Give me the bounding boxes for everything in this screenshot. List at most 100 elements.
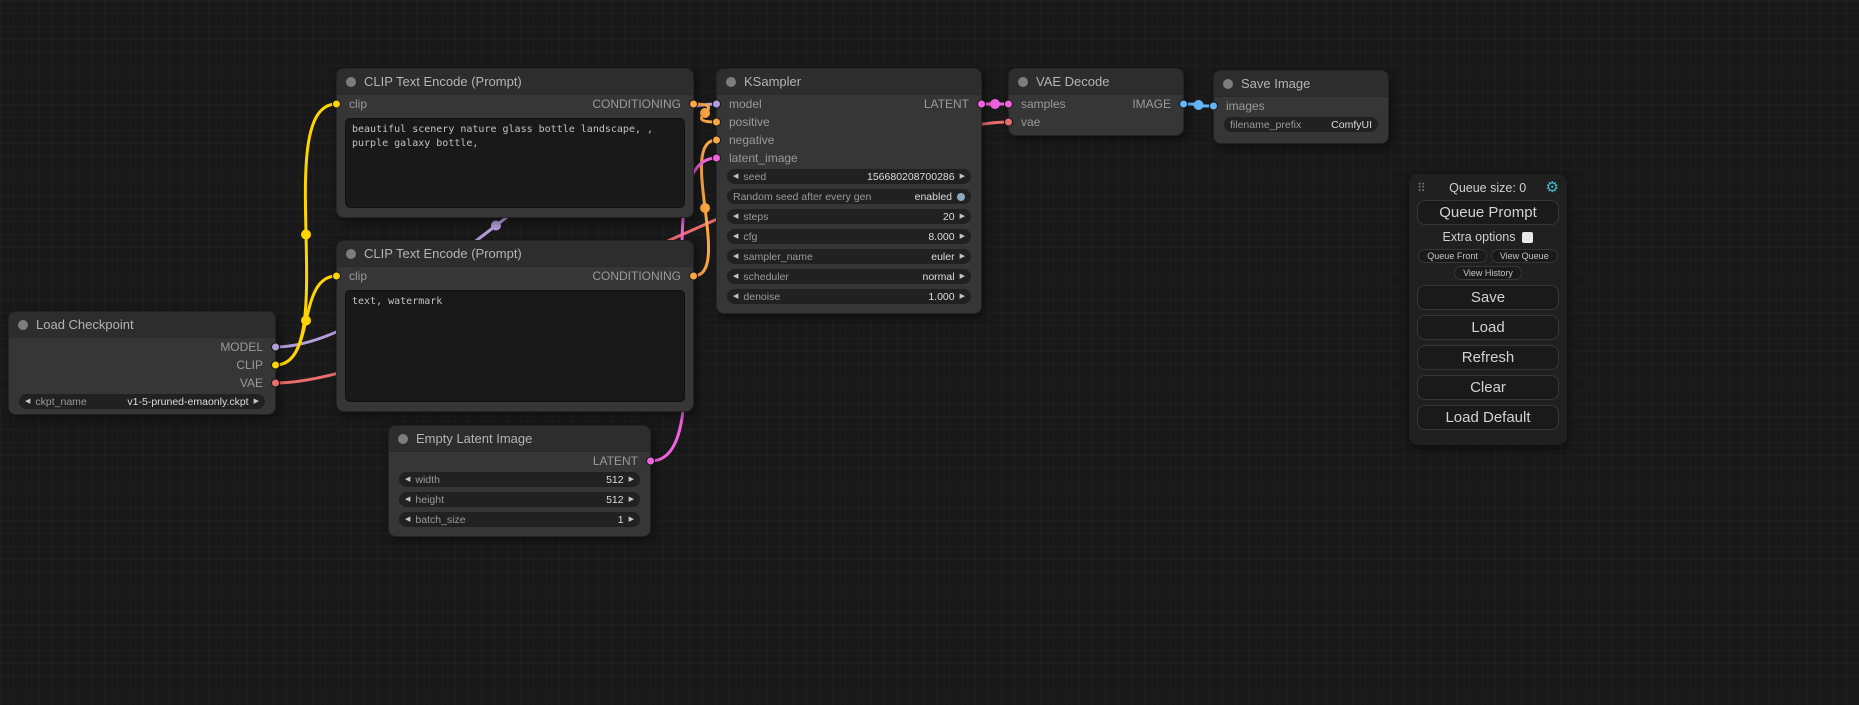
clear-button[interactable]: Clear xyxy=(1417,375,1559,400)
node-title-bar[interactable]: Empty Latent Image xyxy=(389,426,650,452)
positive-input-dot[interactable] xyxy=(712,118,721,127)
clip-input-dot[interactable] xyxy=(332,100,341,109)
collapse-dot-icon[interactable] xyxy=(1223,79,1233,89)
next-arrow-icon[interactable]: ▶ xyxy=(960,253,965,260)
steps-widget[interactable]: ◀ steps 20 ▶ xyxy=(727,209,971,224)
node-vae-decode[interactable]: VAE Decode samples IMAGE vae xyxy=(1008,68,1184,136)
prev-arrow-icon[interactable]: ◀ xyxy=(733,213,738,220)
model-input-dot[interactable] xyxy=(712,100,721,109)
images-input-dot[interactable] xyxy=(1209,102,1218,111)
image-output-dot[interactable] xyxy=(1179,100,1188,109)
save-button[interactable]: Save xyxy=(1417,285,1559,310)
denoise-widget[interactable]: ◀ denoise 1.000 ▶ xyxy=(727,289,971,304)
node-save-image[interactable]: Save Image images filename_prefix ComfyU… xyxy=(1213,70,1389,144)
sampler-name-widget[interactable]: ◀ sampler_name euler ▶ xyxy=(727,249,971,264)
slot-row-clip-conditioning: clip CONDITIONING xyxy=(337,267,693,285)
model-output-dot[interactable] xyxy=(271,343,280,352)
load-default-button[interactable]: Load Default xyxy=(1417,405,1559,430)
link-wire-clip[interactable] xyxy=(276,276,337,365)
extra-options-checkbox[interactable] xyxy=(1522,232,1533,243)
link-wire-clip[interactable] xyxy=(276,104,337,365)
settings-gear-icon[interactable]: ⚙ xyxy=(1546,180,1559,195)
next-arrow-icon[interactable]: ▶ xyxy=(629,516,634,523)
node-clip-text-encode-positive[interactable]: CLIP Text Encode (Prompt) clip CONDITION… xyxy=(336,68,694,218)
link-midpoint-dot[interactable] xyxy=(700,108,710,118)
prev-arrow-icon[interactable]: ◀ xyxy=(405,476,410,483)
ckpt-name-widget[interactable]: ◀ ckpt_name v1-5-pruned-emaonly.ckpt ▶ xyxy=(19,394,265,409)
prev-arrow-icon[interactable]: ◀ xyxy=(25,398,30,405)
node-load-checkpoint[interactable]: Load Checkpoint MODEL CLIP VAE ◀ ckpt_na… xyxy=(8,311,276,415)
scheduler-widget[interactable]: ◀ scheduler normal ▶ xyxy=(727,269,971,284)
node-clip-text-encode-negative[interactable]: CLIP Text Encode (Prompt) clip CONDITION… xyxy=(336,240,694,412)
next-arrow-icon[interactable]: ▶ xyxy=(960,293,965,300)
filename-prefix-widget[interactable]: filename_prefix ComfyUI xyxy=(1224,117,1378,132)
drag-handle-icon[interactable]: ⠿ xyxy=(1417,181,1426,195)
node-title-bar[interactable]: Load Checkpoint xyxy=(9,312,275,338)
queue-prompt-button[interactable]: Queue Prompt xyxy=(1417,200,1559,225)
collapse-dot-icon[interactable] xyxy=(1018,77,1028,87)
queue-front-button[interactable]: Queue Front xyxy=(1418,249,1487,263)
link-midpoint-dot[interactable] xyxy=(700,203,710,213)
view-queue-button[interactable]: View Queue xyxy=(1491,249,1558,263)
node-ksampler[interactable]: KSampler model LATENT positive negative … xyxy=(716,68,982,314)
output-slot-vae: VAE xyxy=(9,374,275,392)
toggle-indicator-icon[interactable] xyxy=(957,193,965,201)
prev-arrow-icon[interactable]: ◀ xyxy=(733,233,738,240)
conditioning-output-dot[interactable] xyxy=(689,100,698,109)
slot-label: IMAGE xyxy=(1132,97,1171,111)
collapse-dot-icon[interactable] xyxy=(346,77,356,87)
vae-input-dot[interactable] xyxy=(1004,118,1013,127)
height-widget[interactable]: ◀ height 512 ▶ xyxy=(399,492,640,507)
next-arrow-icon[interactable]: ▶ xyxy=(960,213,965,220)
prev-arrow-icon[interactable]: ◀ xyxy=(733,173,738,180)
prev-arrow-icon[interactable]: ◀ xyxy=(733,293,738,300)
next-arrow-icon[interactable]: ▶ xyxy=(960,233,965,240)
clip-output-dot[interactable] xyxy=(271,361,280,370)
link-midpoint-dot[interactable] xyxy=(301,230,311,240)
collapse-dot-icon[interactable] xyxy=(18,320,28,330)
next-arrow-icon[interactable]: ▶ xyxy=(960,173,965,180)
link-midpoint-dot[interactable] xyxy=(301,316,311,326)
prev-arrow-icon[interactable]: ◀ xyxy=(733,273,738,280)
refresh-button[interactable]: Refresh xyxy=(1417,345,1559,370)
cfg-widget[interactable]: ◀ cfg 8.000 ▶ xyxy=(727,229,971,244)
next-arrow-icon[interactable]: ▶ xyxy=(629,476,634,483)
collapse-dot-icon[interactable] xyxy=(398,434,408,444)
node-graph-canvas[interactable]: Load Checkpoint MODEL CLIP VAE ◀ ckpt_na… xyxy=(0,0,1859,705)
latent-image-input-dot[interactable] xyxy=(712,154,721,163)
latent-output-dot[interactable] xyxy=(977,100,986,109)
prev-arrow-icon[interactable]: ◀ xyxy=(405,496,410,503)
next-arrow-icon[interactable]: ▶ xyxy=(629,496,634,503)
node-title-bar[interactable]: CLIP Text Encode (Prompt) xyxy=(337,241,693,267)
clip-input-dot[interactable] xyxy=(332,272,341,281)
node-title: Empty Latent Image xyxy=(416,431,532,446)
positive-prompt-textarea[interactable]: beautiful scenery nature glass bottle la… xyxy=(345,118,685,208)
next-arrow-icon[interactable]: ▶ xyxy=(960,273,965,280)
latent-output-dot[interactable] xyxy=(646,457,655,466)
link-midpoint-dot[interactable] xyxy=(491,221,501,231)
seed-widget[interactable]: ◀ seed 156680208700286 ▶ xyxy=(727,169,971,184)
next-arrow-icon[interactable]: ▶ xyxy=(254,398,259,405)
vae-output-dot[interactable] xyxy=(271,379,280,388)
link-midpoint-dot[interactable] xyxy=(990,99,1000,109)
collapse-dot-icon[interactable] xyxy=(726,77,736,87)
load-button[interactable]: Load xyxy=(1417,315,1559,340)
node-empty-latent-image[interactable]: Empty Latent Image LATENT ◀ width 512 ▶ … xyxy=(388,425,651,537)
collapse-dot-icon[interactable] xyxy=(346,249,356,259)
node-title-bar[interactable]: VAE Decode xyxy=(1009,69,1183,95)
negative-input-dot[interactable] xyxy=(712,136,721,145)
node-title-bar[interactable]: CLIP Text Encode (Prompt) xyxy=(337,69,693,95)
node-title-bar[interactable]: KSampler xyxy=(717,69,981,95)
node-title-bar[interactable]: Save Image xyxy=(1214,71,1388,97)
width-widget[interactable]: ◀ width 512 ▶ xyxy=(399,472,640,487)
prev-arrow-icon[interactable]: ◀ xyxy=(405,516,410,523)
conditioning-output-dot[interactable] xyxy=(689,272,698,281)
slot-label: latent_image xyxy=(729,151,798,165)
view-history-button[interactable]: View History xyxy=(1454,266,1522,280)
samples-input-dot[interactable] xyxy=(1004,100,1013,109)
negative-prompt-textarea[interactable]: text, watermark xyxy=(345,290,685,402)
link-midpoint-dot[interactable] xyxy=(1194,100,1204,110)
prev-arrow-icon[interactable]: ◀ xyxy=(733,253,738,260)
random-seed-toggle-widget[interactable]: Random seed after every gen enabled xyxy=(727,189,971,204)
batch-size-widget[interactable]: ◀ batch_size 1 ▶ xyxy=(399,512,640,527)
